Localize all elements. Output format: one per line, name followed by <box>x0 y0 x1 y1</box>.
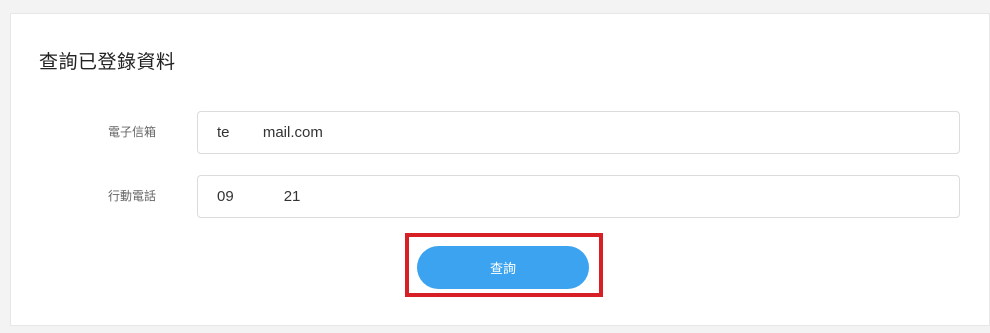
phone-label: 行動電話 <box>108 189 157 203</box>
query-button[interactable]: 查詢 <box>417 246 589 289</box>
email-label: 電子信箱 <box>108 125 157 139</box>
phone-field[interactable] <box>197 175 960 218</box>
email-field[interactable] <box>197 111 960 154</box>
page-title: 查詢已登錄資料 <box>39 51 176 73</box>
